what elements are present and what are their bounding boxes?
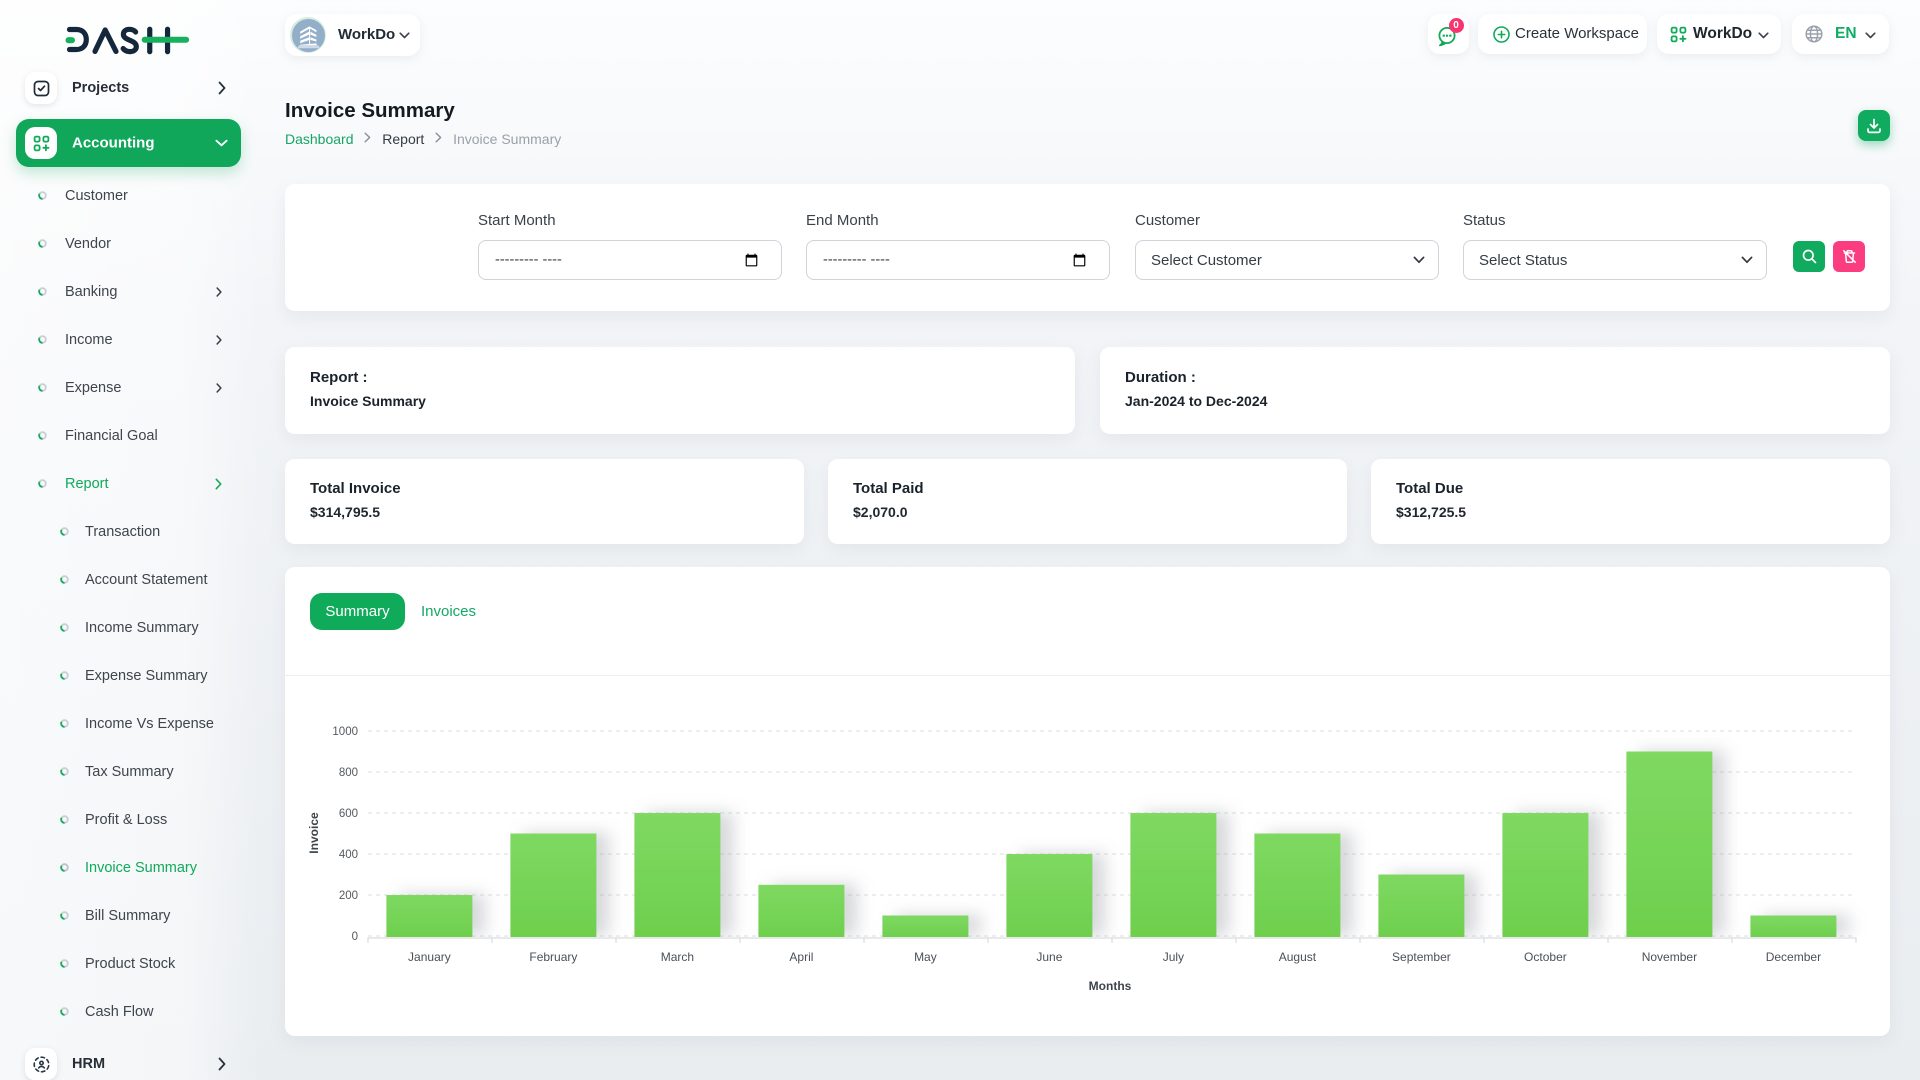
svg-text:January: January: [408, 950, 451, 964]
svg-text:October: October: [1524, 950, 1567, 964]
svg-text:July: July: [1163, 950, 1184, 964]
svg-text:600: 600: [339, 808, 358, 820]
svg-text:0: 0: [352, 931, 358, 943]
svg-text:March: March: [661, 950, 694, 964]
svg-text:September: September: [1392, 950, 1451, 964]
svg-text:800: 800: [339, 767, 358, 779]
svg-text:November: November: [1642, 950, 1697, 964]
svg-text:May: May: [914, 950, 937, 964]
svg-text:Invoice: Invoice: [307, 812, 321, 854]
svg-text:December: December: [1766, 950, 1821, 964]
svg-text:August: August: [1279, 950, 1317, 964]
svg-text:200: 200: [339, 890, 358, 902]
svg-text:April: April: [789, 950, 813, 964]
svg-text:February: February: [529, 950, 577, 964]
svg-text:1000: 1000: [332, 726, 358, 738]
svg-text:June: June: [1036, 950, 1062, 964]
svg-text:400: 400: [339, 849, 358, 861]
svg-text:Months: Months: [1089, 979, 1132, 993]
